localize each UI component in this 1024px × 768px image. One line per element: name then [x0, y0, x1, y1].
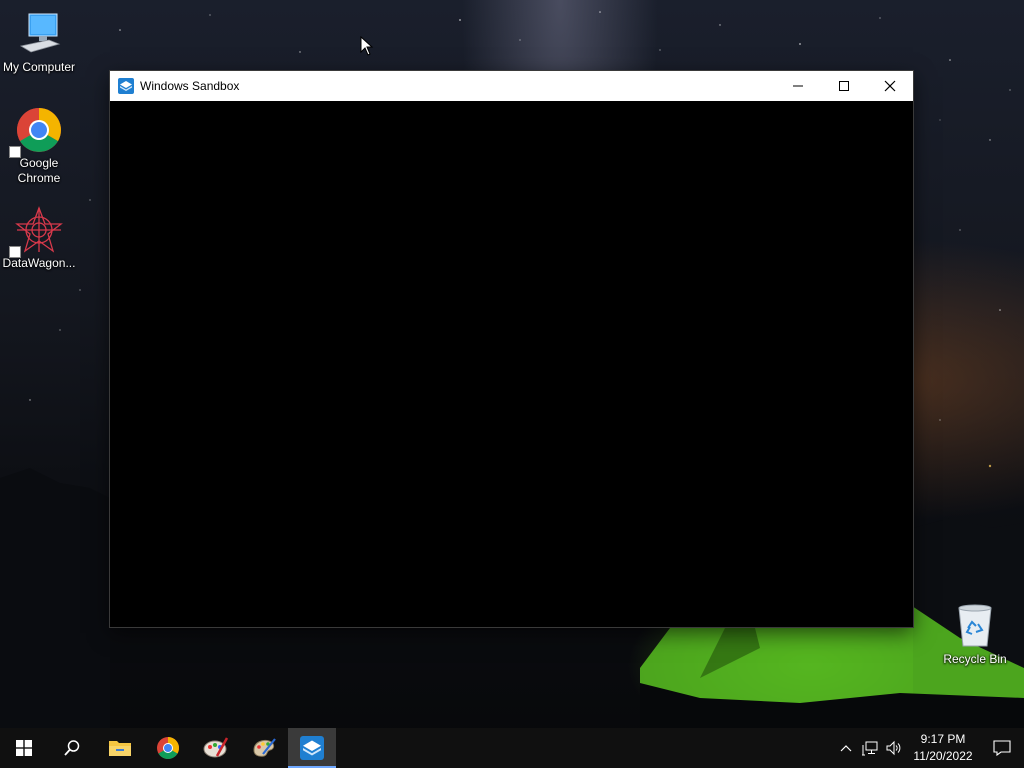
sandbox-icon: [118, 78, 134, 94]
minimize-button[interactable]: [775, 71, 821, 101]
minimize-icon: [793, 85, 803, 87]
desktop-icon-datawagon[interactable]: DataWagon...: [0, 206, 78, 271]
desktop-icon-label: Recycle Bin: [943, 652, 1007, 666]
chrome-icon: [9, 106, 63, 158]
shortcut-arrow-icon: [9, 146, 21, 158]
clock-time: 9:17 PM: [920, 732, 966, 746]
system-tray: 9:17 PM 11/20/2022: [834, 728, 1024, 768]
maximize-icon: [839, 81, 849, 91]
close-button[interactable]: [867, 71, 913, 101]
taskbar-file-explorer[interactable]: [96, 728, 144, 768]
desktop-icon-label: Google Chrome: [17, 156, 61, 185]
window-title: Windows Sandbox: [140, 79, 240, 93]
network-button[interactable]: [858, 728, 882, 768]
maximize-button[interactable]: [821, 71, 867, 101]
taskbar: 9:17 PM 11/20/2022: [0, 728, 1024, 768]
mouse-cursor-icon: [360, 36, 374, 56]
start-button[interactable]: [0, 728, 48, 768]
recycle-bin-icon: [951, 602, 999, 650]
paint-icon: [203, 737, 229, 758]
taskbar-paint-app[interactable]: [192, 728, 240, 768]
datawagon-icon: [9, 206, 63, 258]
window-titlebar[interactable]: Windows Sandbox: [110, 71, 913, 101]
speaker-icon: [886, 740, 901, 756]
sandbox-window[interactable]: Windows Sandbox: [110, 71, 913, 627]
taskbar-clock[interactable]: 9:17 PM 11/20/2022: [906, 731, 980, 765]
windows-logo-icon: [16, 740, 32, 756]
action-center-button[interactable]: [980, 728, 1024, 768]
desktop-icon-my-computer[interactable]: My Computer: [0, 10, 78, 75]
clock-date: 11/20/2022: [913, 749, 973, 763]
show-hidden-icons-button[interactable]: [834, 728, 858, 768]
sandbox-viewport[interactable]: [110, 101, 913, 627]
chevron-up-icon: [840, 745, 852, 752]
search-button[interactable]: [48, 728, 96, 768]
volume-button[interactable]: [882, 728, 906, 768]
sandbox-icon: [300, 736, 324, 760]
notification-icon: [993, 740, 1011, 756]
computer-icon: [15, 10, 63, 58]
chrome-icon: [157, 737, 179, 759]
palette-icon: [253, 738, 276, 757]
taskbar-chrome[interactable]: [144, 728, 192, 768]
folder-icon: [109, 741, 131, 756]
shortcut-arrow-icon: [9, 246, 21, 258]
desktop-icon-recycle-bin[interactable]: Recycle Bin: [936, 602, 1014, 667]
close-icon: [884, 80, 896, 92]
taskbar-windows-sandbox[interactable]: [288, 728, 336, 768]
desktop-icon-label: My Computer: [2, 60, 76, 74]
desktop-icon-label: DataWagon...: [2, 256, 76, 270]
taskbar-paint-palette[interactable]: [240, 728, 288, 768]
network-icon: [862, 741, 878, 756]
desktop-icon-google-chrome[interactable]: Google Chrome: [0, 106, 78, 186]
search-icon: [64, 740, 80, 756]
